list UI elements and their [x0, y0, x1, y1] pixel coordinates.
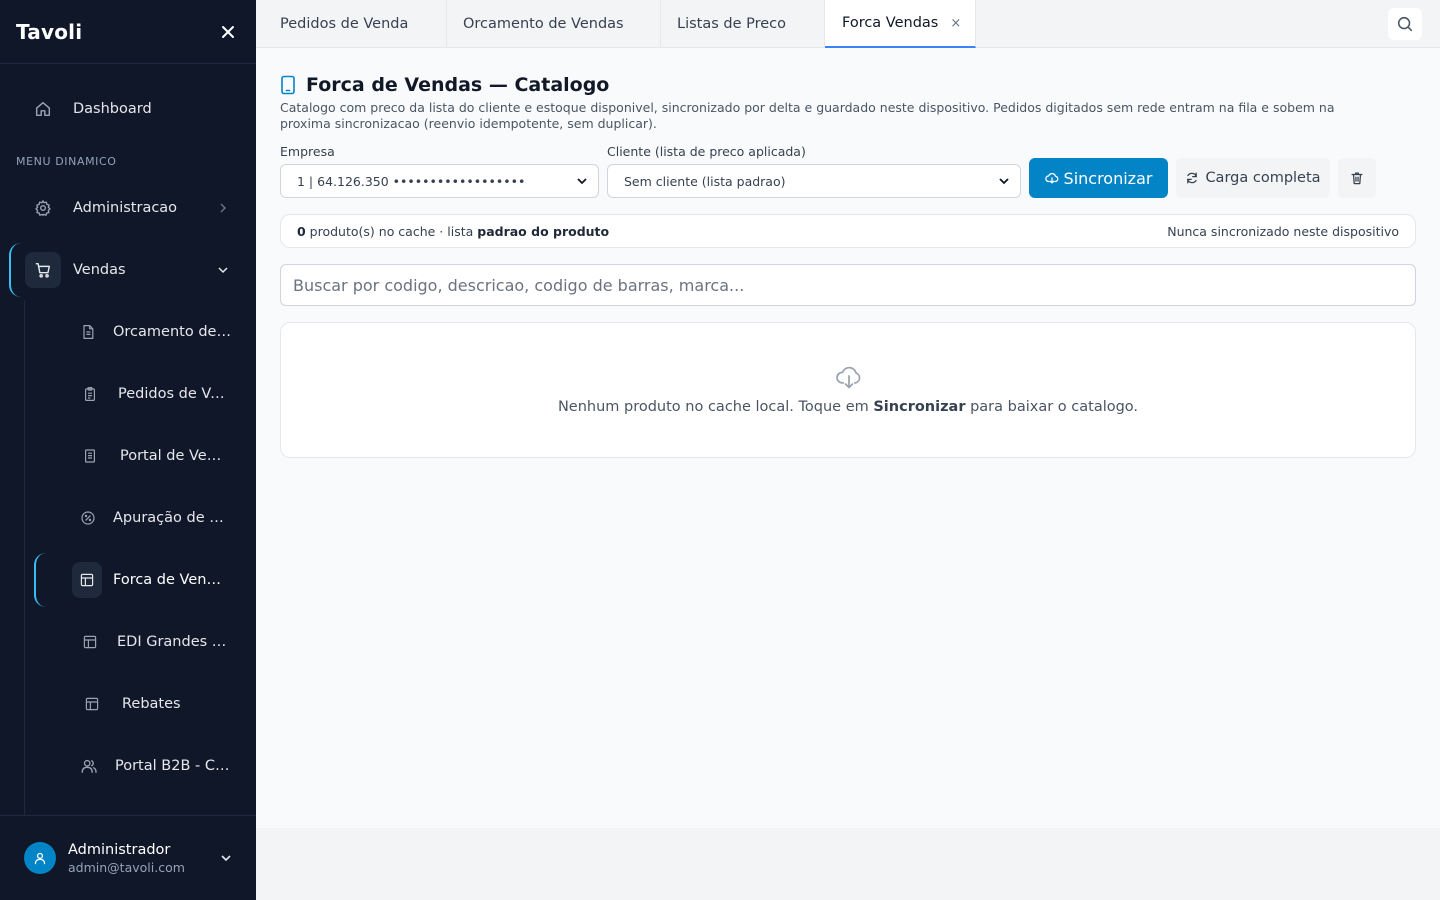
full-load-button[interactable]: Carga completa: [1176, 158, 1330, 198]
gear-icon: [25, 190, 61, 226]
cache-summary-text: produto(s) no cache · lista: [305, 223, 478, 239]
sidebar-item-pedidos-venda[interactable]: Pedidos de Venda: [72, 376, 232, 412]
full-load-button-label: Carga completa: [1205, 170, 1321, 186]
brand-logo: Tavoli: [16, 19, 83, 44]
empty-state-card: Nenhum produto no cache local. Toque em …: [280, 322, 1416, 458]
search-icon: [1397, 16, 1413, 32]
product-count: 0: [297, 223, 306, 239]
tab-close-icon[interactable]: ×: [950, 16, 961, 31]
sidebar-item-orcamento-vendas[interactable]: Orcamento de Vendas: [70, 314, 232, 350]
page-description: Catalogo com preco da lista do cliente e…: [280, 100, 1335, 131]
layout-icon: [72, 624, 108, 660]
sidebar-item-portal-b2b[interactable]: Portal B2B - Clientes: [71, 748, 232, 784]
sidebar-item-label: Orcamento de Vendas: [113, 324, 232, 340]
user-info: Administrador admin@tavoli.com: [68, 842, 220, 875]
empty-text-prefix: Nenhum produto no cache local. Toque em: [557, 399, 874, 415]
user-name: Administrador: [68, 841, 171, 858]
sidebar-item-label: Vendas: [73, 262, 126, 278]
sidebar-item-label: Pedidos de Venda: [118, 386, 230, 402]
clear-cache-button[interactable]: [1338, 158, 1376, 198]
chevron-right-icon: [220, 203, 227, 213]
empresa-select-value: 1 | 64.126.350 ••••••••••••••••••: [297, 173, 526, 189]
sidebar-item-dashboard[interactable]: Dashboard: [25, 91, 152, 127]
chevron-down-icon: [218, 267, 228, 274]
home-icon: [25, 91, 61, 127]
trash-icon: [1351, 172, 1363, 185]
chevron-down-icon: [999, 178, 1009, 185]
user-menu[interactable]: Administrador admin@tavoli.com: [0, 815, 256, 900]
user-icon: [34, 852, 46, 865]
sync-button-label: Sincronizar: [1063, 168, 1153, 188]
tab-forca-vendas[interactable]: Forca Vendas ×: [825, 0, 976, 48]
tab-label: Pedidos de Venda: [280, 15, 409, 32]
cliente-select-value: Sem cliente (lista padrao): [624, 173, 786, 189]
cliente-label: Cliente (lista de preco aplicada): [607, 144, 806, 159]
cache-status-bar: 0 produto(s) no cache · lista padrao do …: [280, 214, 1416, 248]
sidebar-item-label: Forca de Vendas: [113, 572, 228, 588]
cliente-select[interactable]: Sem cliente (lista padrao): [607, 164, 1021, 198]
sidebar-item-vendas[interactable]: Vendas: [25, 252, 231, 288]
percent-badge-icon: [70, 500, 106, 536]
avatar: [24, 842, 56, 874]
sidebar-item-edi-grandes-redes[interactable]: EDI Grandes Redes: [72, 624, 232, 660]
empty-state-message: Nenhum produto no cache local. Toque em …: [281, 399, 1415, 415]
tab-label: Orcamento de Vendas: [463, 15, 624, 32]
sidebar-item-administracao[interactable]: Administracao: [25, 190, 231, 226]
sidebar-item-apuracao-comissoes[interactable]: Apuração de Comissões: [70, 500, 232, 536]
sidebar-item-rebates[interactable]: Rebates: [74, 686, 232, 722]
tab-bar: Pedidos de Venda Orcamento de Vendas Lis…: [256, 0, 1440, 48]
sidebar-item-portal-vendas[interactable]: Portal de Vendas: [72, 438, 232, 474]
sidebar-item-label: EDI Grandes Redes: [117, 634, 229, 650]
sidebar-item-forca-vendas[interactable]: Forca de Vendas: [72, 562, 232, 598]
active-indicator: [34, 553, 54, 607]
section-label: MENU DINAMICO: [16, 155, 117, 168]
empty-text-suffix: para baixar o catalogo.: [965, 399, 1139, 415]
user-email: admin@tavoli.com: [68, 859, 185, 875]
tab-label: Forca Vendas: [842, 15, 939, 31]
cloud-download-icon: [835, 363, 863, 395]
sidebar-header: Tavoli: [0, 0, 256, 64]
sidebar-item-label: Portal de Vendas: [120, 448, 230, 464]
page-title-text: Forca de Vendas — Catalogo: [306, 74, 610, 96]
tab-label: Listas de Preco: [677, 15, 787, 32]
close-sidebar-button[interactable]: [216, 20, 240, 44]
layout-icon: [72, 562, 102, 598]
chevron-down-icon: [221, 855, 231, 862]
users-icon: [71, 748, 107, 784]
sidebar-item-label: Portal B2B - Clientes: [115, 758, 232, 774]
tab-pedidos-venda[interactable]: Pedidos de Venda: [256, 0, 447, 47]
global-search-button[interactable]: [1388, 8, 1422, 40]
sidebar-item-label: Apuração de Comissões: [113, 510, 232, 526]
submenu-guide-line: [24, 300, 25, 815]
empty-text-emphasis: Sincronizar: [873, 399, 966, 415]
clipboard-icon: [72, 376, 108, 412]
close-icon: [222, 25, 234, 38]
sidebar-item-label: Administracao: [73, 200, 178, 216]
document-icon: [72, 438, 108, 474]
sync-button[interactable]: Sincronizar: [1029, 158, 1168, 198]
cache-summary: 0 produto(s) no cache · lista padrao do …: [297, 224, 609, 239]
catalog-search-input[interactable]: [280, 264, 1416, 306]
page-title: Forca de Vendas — Catalogo: [280, 74, 609, 96]
layout-icon: [74, 686, 110, 722]
tab-orcamento-vendas[interactable]: Orcamento de Vendas: [447, 0, 661, 47]
sidebar-item-label: Dashboard: [73, 101, 152, 117]
price-list-name: padrao do produto: [477, 223, 610, 239]
file-text-icon: [70, 314, 106, 350]
main-content: Forca de Vendas — Catalogo Catalogo com …: [256, 48, 1440, 828]
refresh-icon: [1185, 171, 1199, 185]
last-sync-status: Nunca sincronizado neste dispositivo: [1167, 223, 1399, 239]
sidebar: Tavoli Dashboard MENU DINAMICO Administr…: [0, 0, 256, 900]
tab-listas-preco[interactable]: Listas de Preco: [661, 0, 825, 47]
sidebar-item-label: Rebates: [122, 696, 181, 712]
empresa-select[interactable]: 1 | 64.126.350 ••••••••••••••••••: [280, 164, 599, 198]
empresa-label: Empresa: [280, 144, 335, 159]
cloud-sync-icon: [1044, 171, 1059, 185]
tablet-icon: [280, 75, 296, 95]
shopping-cart-icon: [25, 252, 61, 288]
chevron-down-icon: [577, 178, 587, 185]
